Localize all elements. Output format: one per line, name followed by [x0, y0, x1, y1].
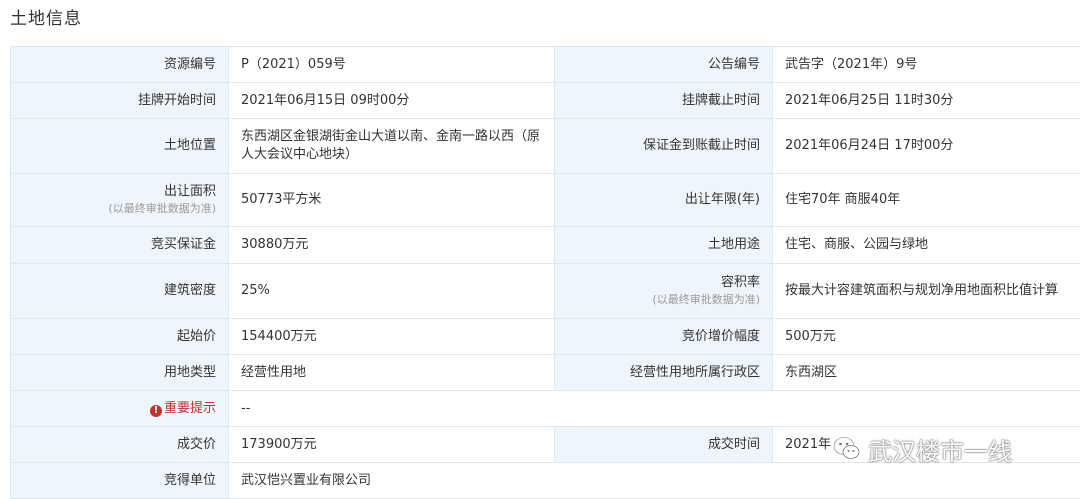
table-row: 资源编号 P（2021）059号 公告编号 武告字（2021年）9号 [11, 47, 1080, 83]
value-important-notice: -- [229, 391, 1080, 427]
label-deposit-deadline: 保证金到账截止时间 [555, 119, 773, 174]
label-deal-price: 成交价 [11, 427, 229, 463]
value-land-type: 经营性用地 [229, 355, 555, 391]
label-important-notice: !重要提示 [11, 391, 229, 427]
table-row: 用地类型 经营性用地 经营性用地所属行政区 东西湖区 [11, 355, 1080, 391]
label-land-use: 土地用途 [555, 227, 773, 264]
value-listing-end: 2021年06月25日 11时30分 [773, 83, 1080, 119]
value-transfer-area: 50773平方米 [229, 174, 555, 227]
value-listing-start: 2021年06月15日 09时00分 [229, 83, 555, 119]
value-plot-ratio: 按最大计容建筑面积与规划净用地面积比值计算 [773, 264, 1080, 319]
watermark: 武汉楼市一线 [832, 426, 1012, 472]
label-plot-ratio-text: 容积率 [721, 275, 760, 290]
watermark-text: 武汉楼市一线 [868, 432, 1012, 467]
label-winning-bidder: 竞得单位 [11, 463, 229, 499]
label-land-type: 用地类型 [11, 355, 229, 391]
label-listing-start: 挂牌开始时间 [11, 83, 229, 119]
value-deposit-deadline: 2021年06月24日 17时00分 [773, 119, 1080, 174]
value-transfer-term: 住宅70年 商服40年 [773, 174, 1080, 227]
table-row: 建筑密度 25% 容积率 (以最终审批数据为准) 按最大计容建筑面积与规划净用地… [11, 264, 1080, 319]
wechat-icon [832, 434, 862, 464]
label-deal-time: 成交时间 [555, 427, 773, 463]
value-bid-increment: 500万元 [773, 319, 1080, 355]
value-bid-deposit: 30880万元 [229, 227, 555, 264]
warning-icon: ! [150, 405, 162, 417]
value-notice-no: 武告字（2021年）9号 [773, 47, 1080, 83]
label-transfer-area-note: (以最终审批数据为准) [23, 201, 216, 217]
label-notice-no: 公告编号 [555, 47, 773, 83]
label-starting-price: 起始价 [11, 319, 229, 355]
table-row: 土地位置 东西湖区金银湖街金山大道以南、金南一路以西（原人大会议中心地块） 保证… [11, 119, 1080, 174]
table-row: 出让面积 (以最终审批数据为准) 50773平方米 出让年限(年) 住宅70年 … [11, 174, 1080, 227]
table-row: 起始价 154400万元 竞价增价幅度 500万元 [11, 319, 1080, 355]
label-plot-ratio-note: (以最终审批数据为准) [567, 292, 760, 308]
value-land-location: 东西湖区金银湖街金山大道以南、金南一路以西（原人大会议中心地块） [229, 119, 555, 174]
label-resource-no: 资源编号 [11, 47, 229, 83]
section-title: 土地信息 [10, 4, 82, 29]
label-listing-end: 挂牌截止时间 [555, 83, 773, 119]
value-resource-no: P（2021）059号 [229, 47, 555, 83]
label-district: 经营性用地所属行政区 [555, 355, 773, 391]
label-transfer-area: 出让面积 (以最终审批数据为准) [11, 174, 229, 227]
label-land-location: 土地位置 [11, 119, 229, 174]
label-transfer-area-text: 出让面积 [164, 184, 216, 199]
value-building-density: 25% [229, 264, 555, 319]
value-deal-price: 173900万元 [229, 427, 555, 463]
table-row: 竞买保证金 30880万元 土地用途 住宅、商服、公园与绿地 [11, 227, 1080, 264]
label-plot-ratio: 容积率 (以最终审批数据为准) [555, 264, 773, 319]
label-building-density: 建筑密度 [11, 264, 229, 319]
value-land-use: 住宅、商服、公园与绿地 [773, 227, 1080, 264]
table-row: !重要提示 -- [11, 391, 1080, 427]
value-district: 东西湖区 [773, 355, 1080, 391]
label-transfer-term: 出让年限(年) [555, 174, 773, 227]
table-row: 挂牌开始时间 2021年06月15日 09时00分 挂牌截止时间 2021年06… [11, 83, 1080, 119]
label-bid-increment: 竞价增价幅度 [555, 319, 773, 355]
important-notice-text: 重要提示 [164, 401, 216, 416]
label-bid-deposit: 竞买保证金 [11, 227, 229, 264]
value-starting-price: 154400万元 [229, 319, 555, 355]
